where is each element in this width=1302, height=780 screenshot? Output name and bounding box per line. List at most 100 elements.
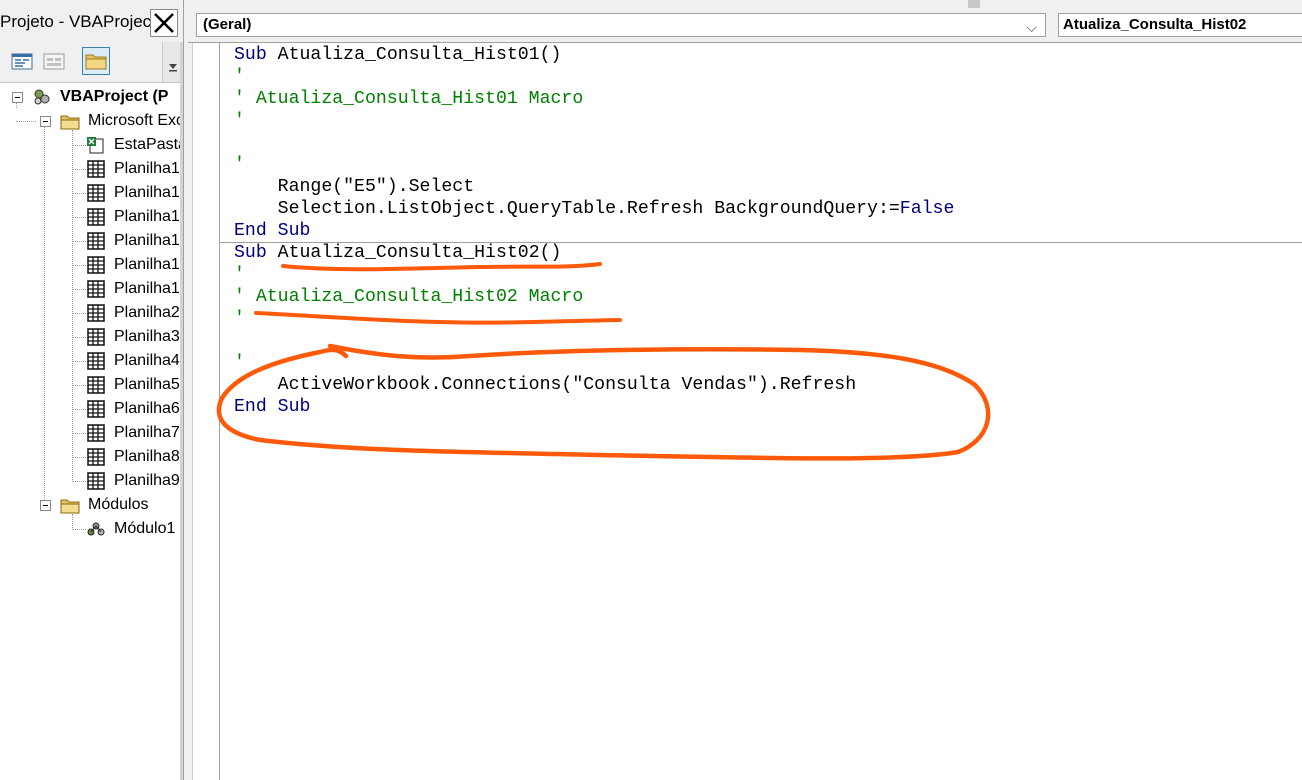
collapse-icon[interactable]	[40, 500, 51, 511]
worksheet-icon	[87, 424, 105, 442]
object-dropdown[interactable]: (Geral) ⌵	[196, 13, 1046, 37]
code-comment: '	[234, 265, 245, 285]
tree-item-thisworkbook[interactable]: EstaPasta	[0, 134, 183, 156]
tree-item-worksheet[interactable]: Planilha1	[0, 230, 183, 252]
code-keyword: End Sub	[234, 221, 311, 241]
tree-item-label: Módulo1	[114, 520, 176, 537]
worksheet-icon	[87, 328, 105, 346]
tree-item-worksheet[interactable]: Planilha9	[0, 470, 183, 492]
code-line[interactable]: ' Atualiza_Consulta_Hist01 Macro	[234, 88, 583, 110]
tree-item-label: Planilha2	[114, 304, 180, 321]
code-text: Range("E5").Select	[234, 177, 475, 197]
procedure-dropdown[interactable]: Atualiza_Consulta_Hist02	[1058, 13, 1302, 37]
toggle-folders-button[interactable]	[82, 47, 110, 75]
tree-item-worksheet[interactable]: Planilha1	[0, 158, 183, 180]
horizontal-scrollbar[interactable]	[188, 0, 1302, 8]
folder-icon	[60, 115, 80, 130]
code-window: (Geral) ⌵ Atualiza_Consulta_Hist02 Sub A…	[188, 0, 1302, 780]
view-object-icon	[43, 53, 65, 70]
code-text: Atualiza_Consulta_Hist01()	[277, 45, 562, 65]
code-comment: '	[234, 67, 245, 87]
tree-item-label: EstaPasta	[114, 136, 184, 153]
code-line[interactable]: ActiveWorkbook.Connections("Consulta Ven…	[234, 374, 856, 396]
worksheet-icon	[87, 184, 105, 202]
worksheet-icon	[87, 160, 105, 178]
code-margin-indicator-bar[interactable]	[188, 43, 220, 780]
close-icon	[154, 13, 174, 33]
tree-item-worksheet[interactable]: Planilha5	[0, 374, 183, 396]
code-comment: ' Atualiza_Consulta_Hist02 Macro	[234, 287, 584, 307]
code-line[interactable]: End Sub	[234, 396, 310, 418]
procedure-dropdown-value: Atualiza_Consulta_Hist02	[1063, 16, 1247, 33]
code-keyword: End Sub	[234, 397, 311, 417]
code-comment: '	[234, 111, 245, 131]
tree-item-worksheet[interactable]: Planilha2	[0, 302, 183, 324]
scrollbar-thumb[interactable]	[968, 0, 980, 8]
code-line[interactable]: Range("E5").Select	[234, 176, 474, 198]
collapse-icon[interactable]	[12, 92, 23, 103]
code-line[interactable]: '	[234, 110, 245, 132]
view-code-button[interactable]	[8, 47, 36, 75]
code-line[interactable]: '	[234, 66, 245, 88]
code-text: ActiveWorkbook.Connections("Consulta Ven…	[234, 375, 857, 395]
tree-item-worksheet[interactable]: Planilha1	[0, 206, 183, 228]
worksheet-icon	[87, 208, 105, 226]
code-text: Selection.ListObject.QueryTable.Refresh …	[234, 199, 900, 219]
collapse-icon[interactable]	[40, 116, 51, 127]
code-line[interactable]: '	[234, 352, 245, 374]
worksheet-icon	[87, 376, 105, 394]
view-object-button[interactable]	[40, 47, 68, 75]
tree-item-worksheet[interactable]: Planilha7	[0, 422, 183, 444]
tree-item-label: Planilha5	[114, 376, 180, 393]
chevron-down-icon[interactable]: ⌵	[1026, 16, 1037, 38]
tree-item-excel-objects-folder[interactable]: Microsoft Exc	[0, 110, 183, 132]
code-comment: '	[234, 353, 245, 373]
close-pane-button[interactable]	[150, 9, 178, 37]
tree-item-worksheet[interactable]: Planilha8	[0, 446, 183, 468]
code-window-combo-row: (Geral) ⌵ Atualiza_Consulta_Hist02	[188, 8, 1302, 43]
code-line[interactable]: '	[234, 308, 245, 330]
worksheet-icon	[87, 352, 105, 370]
tree-item-label: Planilha1	[114, 184, 180, 201]
module-icon	[87, 522, 105, 536]
worksheet-icon	[87, 256, 105, 274]
tree-item-module1[interactable]: Módulo1	[0, 518, 183, 540]
tree-item-label: Módulos	[88, 496, 149, 513]
tree-item-worksheet[interactable]: Planilha1	[0, 182, 183, 204]
tree-item-modules-folder[interactable]: Módulos	[0, 494, 183, 516]
tree-item-worksheet[interactable]: Planilha4	[0, 350, 183, 372]
worksheet-icon	[87, 304, 105, 322]
tree-item-label: Planilha1	[114, 160, 180, 177]
worksheet-icon	[87, 280, 105, 298]
code-text: Atualiza_Consulta_Hist02()	[277, 243, 562, 263]
code-comment: ' Atualiza_Consulta_Hist01 Macro	[234, 89, 584, 109]
tree-item-label: Planilha6	[114, 400, 180, 417]
tree-item-vbaproject[interactable]: VBAProject (P	[0, 86, 183, 108]
tree-item-worksheet[interactable]: Planilha6	[0, 398, 183, 420]
tree-item-worksheet[interactable]: Planilha1	[0, 254, 183, 276]
code-keyword: Sub	[234, 243, 278, 263]
code-line[interactable]: ' Atualiza_Consulta_Hist02 Macro	[234, 286, 583, 308]
view-code-icon	[11, 53, 33, 70]
worksheet-icon	[87, 232, 105, 250]
pane-splitter[interactable]	[180, 42, 183, 780]
worksheet-icon	[87, 400, 105, 418]
code-line[interactable]: Sub Atualiza_Consulta_Hist01()	[234, 44, 561, 66]
code-line[interactable]: Selection.ListObject.QueryTable.Refresh …	[234, 198, 955, 220]
tree-item-worksheet[interactable]: Planilha3	[0, 326, 183, 348]
object-dropdown-value: (Geral)	[203, 16, 252, 33]
project-pane-titlebar: Projeto - VBAProjec	[0, 0, 183, 42]
code-line[interactable]: End Sub	[234, 220, 310, 242]
tree-item-label: Planilha3	[114, 328, 180, 345]
tree-item-worksheet[interactable]: Planilha1	[0, 278, 183, 300]
code-line[interactable]: Sub Atualiza_Consulta_Hist02()	[234, 242, 561, 264]
folder-icon	[85, 54, 107, 70]
tree-item-label: Planilha7	[114, 424, 180, 441]
tree-item-label: Planilha1	[114, 256, 180, 273]
project-explorer-pane: Projeto - VBAProjec VBAProject (P Micros…	[0, 0, 184, 780]
code-line[interactable]: '	[234, 154, 245, 176]
code-line[interactable]: '	[234, 264, 245, 286]
project-pane-title: Projeto - VBAProjec	[0, 12, 150, 31]
tree-item-label: Planilha1	[114, 280, 180, 297]
worksheet-icon	[87, 448, 105, 466]
